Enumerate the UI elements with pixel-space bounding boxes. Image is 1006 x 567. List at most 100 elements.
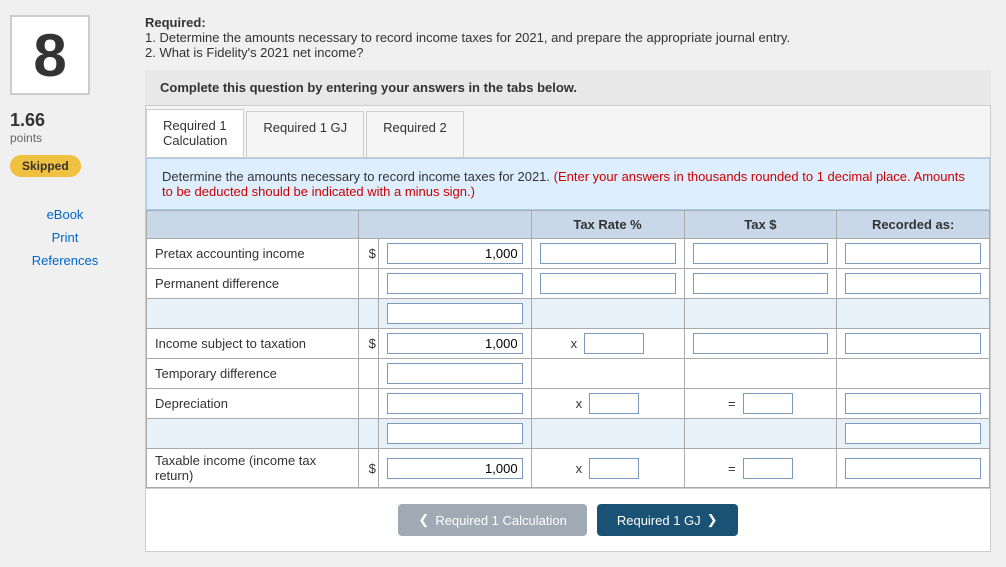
required-header: Required: 1. Determine the amounts neces… [145, 15, 991, 60]
taxable-income-taxdollar-input[interactable] [743, 458, 793, 479]
pretax-taxdollar-input[interactable] [693, 243, 829, 264]
table-row [147, 419, 990, 449]
tab-required2[interactable]: Required 2 [366, 111, 464, 157]
row-dollar [358, 299, 378, 329]
row-taxdollar-cell[interactable] [684, 269, 837, 299]
income-tax-amount-input[interactable] [387, 333, 523, 354]
next-button[interactable]: Required 1 GJ ❯ [597, 504, 738, 536]
description-box: Determine the amounts necessary to recor… [146, 158, 990, 210]
tab-required1-gj[interactable]: Required 1 GJ [246, 111, 364, 157]
row-amount-cell[interactable] [378, 359, 531, 389]
next-chevron-icon: ❯ [707, 512, 718, 528]
row-recorded-cell [837, 299, 990, 329]
row-label: Depreciation [147, 389, 359, 419]
col-header-taxrate: Tax Rate % [531, 211, 684, 239]
row-label: Taxable income (income tax return) [147, 449, 359, 488]
row-recorded-cell[interactable] [837, 269, 990, 299]
prev-button[interactable]: ❮ Required 1 Calculation [398, 504, 586, 536]
row-dollar [358, 359, 378, 389]
row-taxrate-cell[interactable] [531, 239, 684, 269]
row-recorded-cell[interactable] [837, 239, 990, 269]
row-recorded-cell [837, 359, 990, 389]
row-amount-cell[interactable] [378, 239, 531, 269]
next-button-label: Required 1 GJ [617, 513, 701, 528]
row-amount-cell[interactable] [378, 419, 531, 449]
income-recorded-input[interactable] [845, 333, 981, 354]
row-amount-cell[interactable] [378, 299, 531, 329]
row-recorded-cell[interactable] [837, 419, 990, 449]
depreciation-rate-input[interactable] [589, 393, 639, 414]
depreciation-amount-input[interactable] [387, 393, 523, 414]
problem-number: 8 [10, 15, 90, 95]
subtotal1-amount-input[interactable] [387, 303, 523, 324]
row-label [147, 419, 359, 449]
row-amount-cell[interactable] [378, 329, 531, 359]
row-label [147, 299, 359, 329]
print-link[interactable]: Print [10, 230, 120, 245]
status-badge: Skipped [10, 155, 81, 177]
instruction-box: Complete this question by entering your … [145, 70, 991, 105]
table-row: Permanent difference [147, 269, 990, 299]
row-dollar: $ [358, 239, 378, 269]
prev-chevron-icon: ❮ [418, 512, 429, 528]
row-amount-cell[interactable] [378, 269, 531, 299]
ebook-link[interactable]: eBook [10, 207, 120, 222]
subtotal2-recorded-input[interactable] [845, 423, 981, 444]
subtotal2-amount-input[interactable] [387, 423, 523, 444]
row-label: Temporary difference [147, 359, 359, 389]
row-taxrate-cell[interactable] [531, 269, 684, 299]
row-dollar: $ [358, 449, 378, 488]
row-dollar [358, 389, 378, 419]
row-amount-cell[interactable] [378, 389, 531, 419]
permdiff-taxdollar-input[interactable] [693, 273, 829, 294]
col-header-taxdollar: Tax $ [684, 211, 837, 239]
row-dollar [358, 269, 378, 299]
row-label: Permanent difference [147, 269, 359, 299]
row-taxdollar-cell [684, 359, 837, 389]
row-recorded-cell[interactable] [837, 449, 990, 488]
calculation-table: Tax Rate % Tax $ Recorded as: Pretax acc… [146, 210, 990, 488]
taxable-income-recorded-input[interactable] [845, 458, 981, 479]
taxable-income-amount-input[interactable] [387, 458, 523, 479]
income-tax-rate-input[interactable] [584, 333, 644, 354]
col-header-label [147, 211, 359, 239]
depreciation-recorded-input[interactable] [845, 393, 981, 414]
references-link[interactable]: References [10, 253, 120, 268]
points-value: 1.66 [10, 110, 120, 131]
table-row: Depreciation x = [147, 389, 990, 419]
row-dollar: $ [358, 329, 378, 359]
tab-bar: Required 1Calculation Required 1 GJ Requ… [146, 106, 990, 158]
table-row: Taxable income (income tax return) $ x = [147, 449, 990, 488]
row-taxrate-cell [531, 419, 684, 449]
row-recorded-cell[interactable] [837, 329, 990, 359]
row-taxdollar-cell[interactable] [684, 329, 837, 359]
pretax-recorded-input[interactable] [845, 243, 981, 264]
permdiff-taxrate-input[interactable] [540, 273, 676, 294]
row-taxrate-cell: x [531, 329, 684, 359]
table-row [147, 299, 990, 329]
tab-required1-calculation[interactable]: Required 1Calculation [146, 109, 244, 157]
row-taxdollar-cell[interactable] [684, 239, 837, 269]
permdiff-recorded-input[interactable] [845, 273, 981, 294]
row-equals-cell: = [684, 389, 837, 419]
row-taxdollar-cell [684, 299, 837, 329]
pretax-income-input[interactable] [387, 243, 523, 264]
row-amount-cell[interactable] [378, 449, 531, 488]
taxable-income-rate-input[interactable] [589, 458, 639, 479]
permdiff-amount-input[interactable] [387, 273, 523, 294]
col-header-recorded: Recorded as: [837, 211, 990, 239]
table-row: Pretax accounting income $ [147, 239, 990, 269]
row-taxrate-cell: x [531, 449, 684, 488]
row-recorded-cell[interactable] [837, 389, 990, 419]
row-label: Income subject to taxation [147, 329, 359, 359]
row-dollar [358, 419, 378, 449]
depreciation-taxdollar-input[interactable] [743, 393, 793, 414]
row-taxrate-cell [531, 299, 684, 329]
income-taxdollar-input[interactable] [693, 333, 829, 354]
pretax-taxrate-input[interactable] [540, 243, 676, 264]
table-row: Income subject to taxation $ x [147, 329, 990, 359]
row-taxrate-cell [531, 359, 684, 389]
row-taxrate-cell: x [531, 389, 684, 419]
table-row: Temporary difference [147, 359, 990, 389]
tempdiff-amount-input[interactable] [387, 363, 523, 384]
